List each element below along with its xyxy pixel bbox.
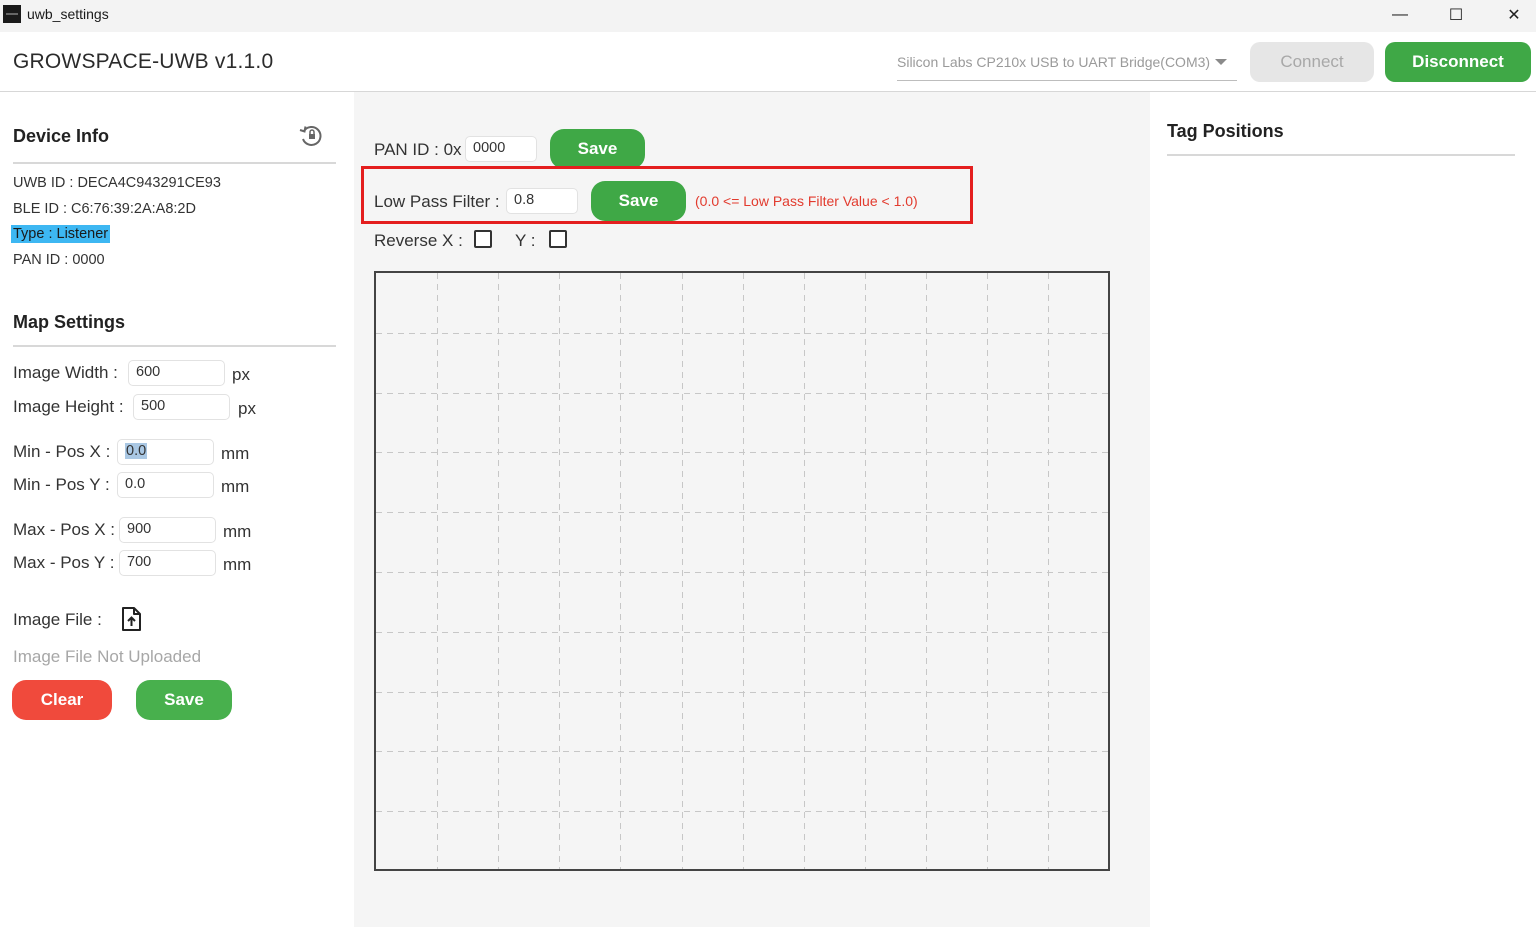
image-file-status: Image File Not Uploaded xyxy=(13,647,202,666)
min-pos-y-unit: mm xyxy=(221,477,250,496)
app-title: GROWSPACE-UWB v1.1.0 xyxy=(13,50,274,73)
min-pos-x-label: Min - Pos X : xyxy=(13,442,111,461)
map-canvas[interactable] xyxy=(374,271,1110,871)
max-pos-x-label: Max - Pos X : xyxy=(13,520,116,539)
max-pos-x-unit: mm xyxy=(223,522,252,541)
image-width-input[interactable]: 600 xyxy=(128,360,225,386)
serial-port-selected: Silicon Labs CP210x USB to UART Bridge(C… xyxy=(897,54,1211,70)
tag-positions-divider xyxy=(1167,154,1515,156)
max-pos-y-input[interactable]: 700 xyxy=(119,550,216,576)
refresh-icon[interactable] xyxy=(297,122,325,150)
upload-file-icon[interactable] xyxy=(120,606,144,632)
min-pos-y-label: Min - Pos Y : xyxy=(13,475,110,494)
uwb-id-text: UWB ID : DECA4C943291CE93 xyxy=(13,175,221,191)
sidebar xyxy=(0,92,354,927)
low-pass-filter-hint: (0.0 <= Low Pass Filter Value < 1.0) xyxy=(695,193,918,209)
tag-positions-panel xyxy=(1150,92,1536,927)
min-pos-x-input[interactable]: 0.0 xyxy=(117,439,214,465)
device-info-title: Device Info xyxy=(13,126,110,146)
map-settings-save-button[interactable]: Save xyxy=(136,680,232,720)
reverse-y-label: Y : xyxy=(515,231,536,250)
close-window-button[interactable]: ✕ xyxy=(1491,0,1536,30)
max-pos-x-input[interactable]: 900 xyxy=(119,517,216,543)
chevron-down-icon xyxy=(1215,59,1227,65)
reverse-x-label: Reverse X : xyxy=(374,231,463,250)
low-pass-filter-input[interactable]: 0.8 xyxy=(506,188,578,214)
low-pass-filter-label: Low Pass Filter : xyxy=(374,192,500,211)
serial-port-dropdown[interactable]: Silicon Labs CP210x USB to UART Bridge(C… xyxy=(897,50,1237,81)
window-titlebar xyxy=(0,0,1536,32)
clear-button[interactable]: Clear xyxy=(12,680,112,720)
tag-positions-title: Tag Positions xyxy=(1167,121,1284,141)
device-type-text: Type : Listener xyxy=(11,225,111,243)
image-height-label: Image Height : xyxy=(13,397,124,416)
disconnect-button[interactable]: Disconnect xyxy=(1385,42,1531,82)
maximize-button[interactable]: ☐ xyxy=(1433,0,1479,30)
image-height-input[interactable]: 500 xyxy=(133,394,230,420)
max-pos-y-unit: mm xyxy=(223,555,252,574)
minimize-button[interactable]: — xyxy=(1377,0,1423,30)
pan-id-input[interactable]: 0000 xyxy=(465,136,537,162)
image-width-unit: px xyxy=(232,365,250,384)
connect-button[interactable]: Connect xyxy=(1250,42,1374,82)
pan-id-save-button[interactable]: Save xyxy=(550,129,645,169)
image-file-label: Image File : xyxy=(13,610,102,629)
image-width-label: Image Width : xyxy=(13,363,118,382)
image-height-unit: px xyxy=(238,399,256,418)
device-info-divider xyxy=(13,162,336,164)
low-pass-filter-save-button[interactable]: Save xyxy=(591,181,686,221)
map-settings-divider xyxy=(13,345,336,347)
min-pos-y-input[interactable]: 0.0 xyxy=(117,472,214,498)
reverse-y-checkbox[interactable] xyxy=(549,230,567,248)
min-pos-x-value: 0.0 xyxy=(125,443,148,459)
map-settings-title: Map Settings xyxy=(13,312,126,332)
window-title: uwb_settings xyxy=(27,6,109,22)
reverse-x-checkbox[interactable] xyxy=(474,230,492,248)
ble-id-text: BLE ID : C6:76:39:2A:A8:2D xyxy=(13,201,196,217)
app-icon xyxy=(3,5,21,23)
max-pos-y-label: Max - Pos Y : xyxy=(13,553,115,572)
pan-id-label: PAN ID : 0x xyxy=(374,140,462,159)
device-pan-id-text: PAN ID : 0000 xyxy=(13,252,105,268)
min-pos-x-unit: mm xyxy=(221,444,250,463)
map-grid xyxy=(376,273,1108,869)
